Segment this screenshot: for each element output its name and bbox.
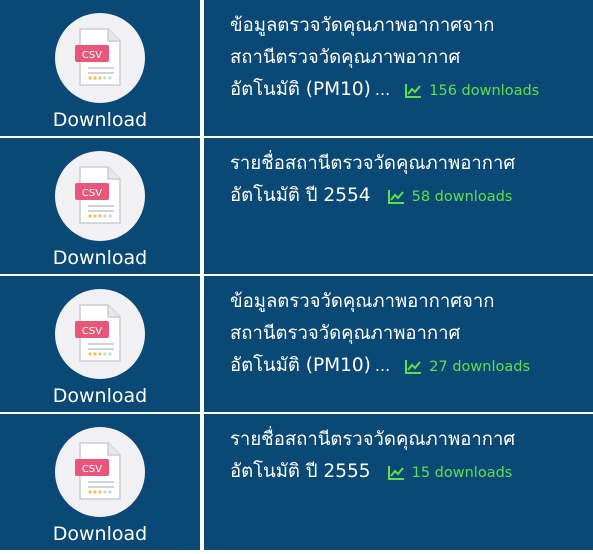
download-link[interactable]: Download	[0, 246, 200, 270]
download-cell[interactable]: CSV Download	[0, 138, 200, 274]
download-count: 156 downloads	[405, 83, 539, 99]
csv-badge-text: CSV	[82, 464, 102, 475]
title-ellipsis: ...	[374, 356, 391, 375]
resource-row: CSV Download ข้อมูลตรวจวัดคุณภาพอากาศจาก…	[0, 0, 593, 136]
resource-row: CSV Download รายชื่อสถานีตรวจวัดคุณภาพอา…	[0, 414, 593, 550]
download-cell[interactable]: CSV Download	[0, 276, 200, 412]
resource-row: CSV Download รายชื่อสถานีตรวจวัดคุณภาพอา…	[0, 138, 593, 274]
csv-file-icon[interactable]: CSV	[55, 427, 145, 517]
csv-file-icon[interactable]: CSV	[55, 151, 145, 241]
download-link[interactable]: Download	[0, 384, 200, 408]
csv-badge-text: CSV	[82, 326, 102, 337]
resource-list: CSV Download ข้อมูลตรวจวัดคุณภาพอากาศจาก…	[0, 0, 593, 550]
download-count: 27 downloads	[405, 359, 530, 375]
csv-file-icon[interactable]: CSV	[55, 13, 145, 103]
resource-info: รายชื่อสถานีตรวจวัดคุณภาพอากาศ อัตโนมัติ …	[204, 414, 593, 550]
download-cell[interactable]: CSV Download	[0, 414, 200, 550]
title-ellipsis: ...	[374, 80, 391, 99]
trend-chart-icon	[387, 190, 404, 204]
resource-info: ข้อมูลตรวจวัดคุณภาพอากาศจาก สถานีตรวจวัดค…	[204, 0, 593, 136]
resource-row: CSV Download ข้อมูลตรวจวัดคุณภาพอากาศจาก…	[0, 276, 593, 412]
resource-info: รายชื่อสถานีตรวจวัดคุณภาพอากาศ อัตโนมัติ …	[204, 138, 593, 274]
download-link[interactable]: Download	[0, 108, 200, 132]
trend-chart-icon	[387, 466, 404, 480]
download-cell[interactable]: CSV Download	[0, 0, 200, 136]
csv-badge-text: CSV	[82, 50, 102, 61]
csv-badge-text: CSV	[82, 188, 102, 199]
trend-chart-icon	[405, 84, 422, 98]
download-count: 15 downloads	[387, 465, 512, 481]
download-count: 58 downloads	[387, 189, 512, 205]
download-link[interactable]: Download	[0, 522, 200, 546]
trend-chart-icon	[405, 360, 422, 374]
resource-info: ข้อมูลตรวจวัดคุณภาพอากาศจาก สถานีตรวจวัดค…	[204, 276, 593, 412]
csv-file-icon[interactable]: CSV	[55, 289, 145, 379]
